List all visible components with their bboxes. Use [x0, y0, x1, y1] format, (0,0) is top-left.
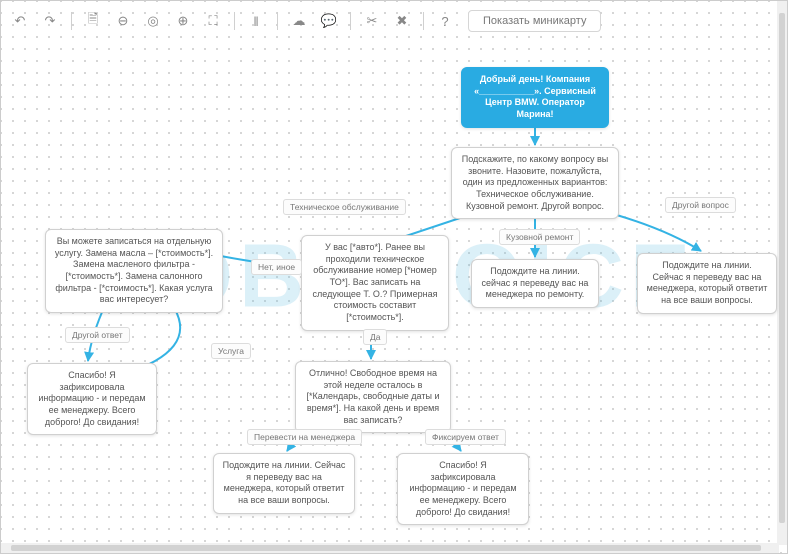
edge-label-service: Услуга — [211, 343, 251, 359]
toolbar: ↶ ↷ 🗎 ⊖ ◎ ⊕ ⛶ ‖ ☁ 💬 ✂ ✖ ? Показать миник… — [1, 5, 787, 37]
node-root[interactable]: Добрый день! Компания «___________». Сер… — [461, 67, 609, 128]
new-page-icon[interactable]: 🗎 — [80, 9, 106, 33]
edge-label-other-answer: Другой ответ — [65, 327, 130, 343]
node-other[interactable]: Подождите на линии. Сейчас я переведу ва… — [637, 253, 777, 314]
comment-icon[interactable]: 💬 — [316, 9, 342, 33]
fit-icon[interactable]: ⛶ — [200, 9, 226, 33]
toolbar-separator — [71, 12, 72, 30]
delete-icon[interactable]: ✖ — [389, 9, 415, 33]
help-icon[interactable]: ? — [432, 9, 458, 33]
node-tech[interactable]: У вас [*авто*]. Ранее вы проходили техни… — [301, 235, 449, 331]
scrollbar-horizontal-thumb[interactable] — [11, 545, 761, 551]
app-frame: ROBOVOICE — [0, 0, 788, 554]
scrollbar-vertical[interactable] — [777, 1, 787, 545]
redo-icon[interactable]: ↷ — [37, 9, 63, 33]
node-bodyshop[interactable]: Подождите на линии. сейчас я переведу ва… — [471, 259, 599, 308]
node-thanks2[interactable]: Спасибо! Я зафиксировала информацию - и … — [397, 453, 529, 525]
node-thanks1[interactable]: Спасибо! Я зафиксировала информацию - и … — [27, 363, 157, 435]
toolbar-separator — [423, 12, 424, 30]
scrollbar-horizontal[interactable] — [1, 543, 779, 553]
show-minimap-button[interactable]: Показать миникарту — [468, 10, 601, 32]
canvas[interactable]: ROBOVOICE — [1, 1, 787, 553]
cut-icon[interactable]: ✂ — [359, 9, 385, 33]
toolbar-separator — [277, 12, 278, 30]
edge-label-to-manager: Перевести на менеджера — [247, 429, 362, 445]
edge-label-no-other: Нет, иное — [251, 259, 302, 275]
node-schedule[interactable]: Отлично! Свободное время на этой неделе … — [295, 361, 451, 433]
edge-label-tech-service: Техническое обслуживание — [283, 199, 406, 215]
zoom-out-icon[interactable]: ⊖ — [110, 9, 136, 33]
node-question[interactable]: Подскажите, по какому вопросу вы звоните… — [451, 147, 619, 219]
undo-icon[interactable]: ↶ — [7, 9, 33, 33]
edge-label-fix-answer: Фиксируем ответ — [425, 429, 506, 445]
node-services[interactable]: Вы можете записаться на отдельную услугу… — [45, 229, 223, 313]
zoom-reset-icon[interactable]: ◎ — [140, 9, 166, 33]
toolbar-separator — [350, 12, 351, 30]
edge-label-yes: Да — [363, 329, 387, 345]
pause-icon[interactable]: ‖ — [243, 9, 269, 33]
scrollbar-vertical-thumb[interactable] — [779, 13, 785, 523]
zoom-in-icon[interactable]: ⊕ — [170, 9, 196, 33]
node-transfer[interactable]: Подождите на линии. Сейчас я переведу ва… — [213, 453, 355, 514]
edge-label-other: Другой вопрос — [665, 197, 736, 213]
cloud-icon[interactable]: ☁ — [286, 9, 312, 33]
edge-label-bodyshop: Кузовной ремонт — [499, 229, 580, 245]
toolbar-separator — [234, 12, 235, 30]
